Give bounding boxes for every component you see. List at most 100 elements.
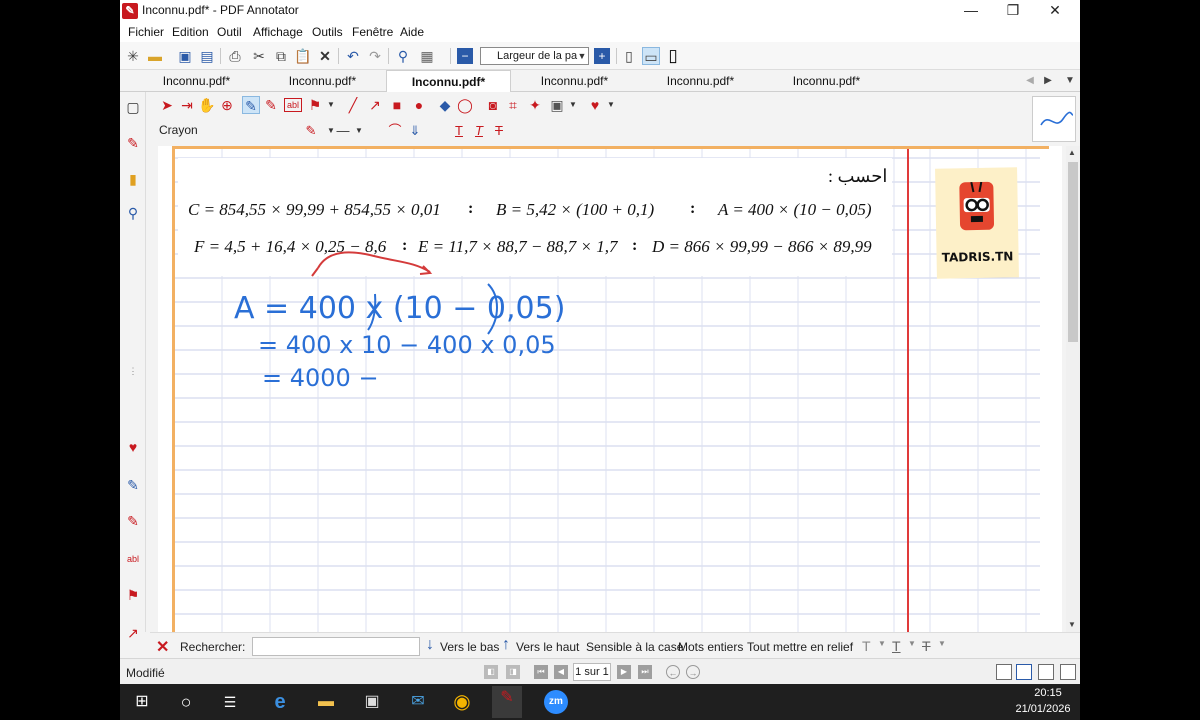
ellipse-tool-icon[interactable]: ● <box>410 96 428 114</box>
menu-outil[interactable]: Outil <box>217 25 242 39</box>
restore-button[interactable]: ❐ <box>992 0 1034 22</box>
history-back-icon[interactable]: ← <box>666 665 680 679</box>
text-italic-underline-icon[interactable]: T <box>470 122 488 140</box>
forward-icon[interactable]: ◨ <box>506 665 520 679</box>
magic-wand-icon[interactable]: ✦ <box>526 96 544 114</box>
chevron-down-icon[interactable]: ▼ <box>938 639 946 648</box>
pdf-annotator-taskbar-icon[interactable]: ✎ <box>492 686 522 718</box>
close-button[interactable]: ✕ <box>1034 0 1076 22</box>
tab-document-2[interactable]: Inconnu.pdf* <box>260 70 385 92</box>
zoom-out-icon[interactable]: − <box>457 48 473 64</box>
select-arrow-icon[interactable]: ➤ <box>158 96 176 114</box>
page-indicator[interactable]: 1 sur 1 <box>573 663 611 681</box>
save-icon[interactable]: ▣ <box>176 47 194 65</box>
pencil-favorite-icon[interactable]: ✎ <box>124 476 142 494</box>
chevron-down-icon[interactable]: ▼ <box>576 48 588 64</box>
tab-scroll-right-icon[interactable]: ▶ <box>1040 73 1056 89</box>
fullscreen-icon[interactable]: ▯ <box>664 47 682 65</box>
find-binoculars-icon[interactable]: ⚲ <box>394 47 412 65</box>
single-page-view-icon[interactable] <box>996 664 1012 680</box>
thumbnails-icon[interactable]: ▦ <box>418 47 436 65</box>
hand-tool-icon[interactable]: ✋ <box>198 96 216 114</box>
text-strikethrough-icon[interactable]: T <box>490 122 508 140</box>
chevron-down-icon[interactable]: ▼ <box>602 96 620 114</box>
tab-document-6[interactable]: Inconnu.pdf* <box>764 70 889 92</box>
tab-list-icon[interactable]: ▼ <box>1062 73 1078 89</box>
menu-aide[interactable]: Aide <box>400 25 424 39</box>
note-icon[interactable]: ▮ <box>124 170 142 188</box>
chevron-down-icon[interactable]: ▼ <box>322 96 340 114</box>
arrow-tool-icon[interactable]: ↗ <box>366 96 384 114</box>
pencil-tool-icon[interactable]: ✎ <box>242 96 260 114</box>
whole-words-toggle[interactable]: Mots entiers <box>678 640 743 654</box>
strikethrough-icon[interactable]: T <box>922 638 931 654</box>
chevron-down-icon[interactable]: ▼ <box>564 96 582 114</box>
smooth-line-icon[interactable]: ⌒ <box>386 122 404 140</box>
continuous-view-icon[interactable] <box>1016 664 1032 680</box>
redo-icon[interactable]: ↷ <box>366 47 384 65</box>
menu-affichage[interactable]: Affichage <box>253 25 303 39</box>
highlighter-tool-icon[interactable]: ✎ <box>262 96 280 114</box>
pen-preview-panel[interactable] <box>1032 96 1076 142</box>
scrollbar-thumb[interactable] <box>1068 162 1078 342</box>
copy-icon[interactable]: ⧉ <box>272 47 290 65</box>
attachment-icon[interactable]: ⚲ <box>124 204 142 222</box>
windows-start-icon[interactable]: ⊞ <box>130 690 154 714</box>
tab-document-4[interactable]: Inconnu.pdf* <box>512 70 637 92</box>
arrow-favorite-icon[interactable]: ↗ <box>124 624 142 642</box>
scroll-up-icon[interactable]: ▲ <box>1068 148 1076 157</box>
text-style-icon[interactable]: T <box>862 638 871 654</box>
match-case-toggle[interactable]: Sensible à la case <box>586 640 683 654</box>
zoom-tool-icon[interactable]: ⊕ <box>218 96 236 114</box>
print-icon[interactable]: ⎙ <box>226 47 244 65</box>
edge-browser-icon[interactable]: e <box>268 690 292 714</box>
highlight-all-toggle[interactable]: Tout mettre en relief <box>747 640 853 654</box>
chevron-down-icon[interactable]: ▼ <box>878 639 886 648</box>
back-icon[interactable]: ◧ <box>484 665 498 679</box>
camera-tool-icon[interactable]: ◙ <box>484 96 502 114</box>
line-tool-icon[interactable]: ╱ <box>344 96 362 114</box>
menu-fenetre[interactable]: Fenêtre <box>352 25 393 39</box>
page-icon[interactable]: ▢ <box>124 98 142 116</box>
pen-icon[interactable]: ✎ <box>124 134 142 152</box>
fit-width-icon[interactable]: ▭ <box>642 47 660 65</box>
search-input[interactable] <box>252 637 420 656</box>
first-page-icon[interactable]: ⏮ <box>534 665 548 679</box>
minimize-button[interactable]: — <box>950 0 992 22</box>
tab-document-3-active[interactable]: Inconnu.pdf* <box>386 70 511 92</box>
menu-fichier[interactable]: Fichier <box>128 25 164 39</box>
text-box-favorite-icon[interactable]: abl <box>124 550 142 568</box>
select-text-icon[interactable]: ⇥ <box>178 96 196 114</box>
two-page-view-icon[interactable] <box>1038 664 1054 680</box>
text-underline-icon[interactable]: T <box>450 122 468 140</box>
chrome-icon[interactable]: ◉ <box>450 690 474 714</box>
stamp-favorite-icon[interactable]: ⚑ <box>124 586 142 604</box>
single-page-icon[interactable]: ▯ <box>620 47 638 65</box>
highlighter-favorite-icon[interactable]: ✎ <box>124 512 142 530</box>
undo-icon[interactable]: ↶ <box>344 47 362 65</box>
menu-edition[interactable]: Edition <box>172 25 209 39</box>
previous-page-icon[interactable]: ◀ <box>554 665 568 679</box>
resize-handle-icon[interactable]: ⋮ <box>124 362 142 380</box>
two-page-continuous-view-icon[interactable] <box>1060 664 1076 680</box>
tab-scroll-left-icon[interactable]: ◀ <box>1022 73 1038 89</box>
text-box-tool-icon[interactable]: abl <box>284 98 302 112</box>
menu-outils[interactable]: Outils <box>312 25 343 39</box>
pen-color-icon[interactable]: ✎ <box>302 122 320 140</box>
chevron-down-icon[interactable]: ▼ <box>908 639 916 648</box>
file-explorer-icon[interactable]: ▬ <box>314 690 338 714</box>
new-document-icon[interactable]: ✳ <box>124 47 142 65</box>
pressure-icon[interactable]: ⇓ <box>406 122 424 140</box>
crop-tool-icon[interactable]: ⌗ <box>504 96 522 114</box>
search-up-button[interactable]: Vers le haut <box>516 640 579 654</box>
next-page-icon[interactable]: ▶ <box>617 665 631 679</box>
open-folder-icon[interactable]: ▬ <box>146 47 164 65</box>
tab-document-1[interactable]: Inconnu.pdf* <box>134 70 259 92</box>
paste-icon[interactable]: 📋 <box>294 47 312 65</box>
arrow-down-icon[interactable]: ↓ <box>426 636 434 654</box>
eraser-tool-icon[interactable]: ◆ <box>436 96 454 114</box>
search-down-button[interactable]: Vers le bas <box>440 640 499 654</box>
history-forward-icon[interactable]: → <box>686 665 700 679</box>
document-view[interactable]: احسب : C = 854,55 × 99,99 + 854,55 × 0,0… <box>158 146 1062 632</box>
task-view-icon[interactable]: ☰ <box>218 690 242 714</box>
